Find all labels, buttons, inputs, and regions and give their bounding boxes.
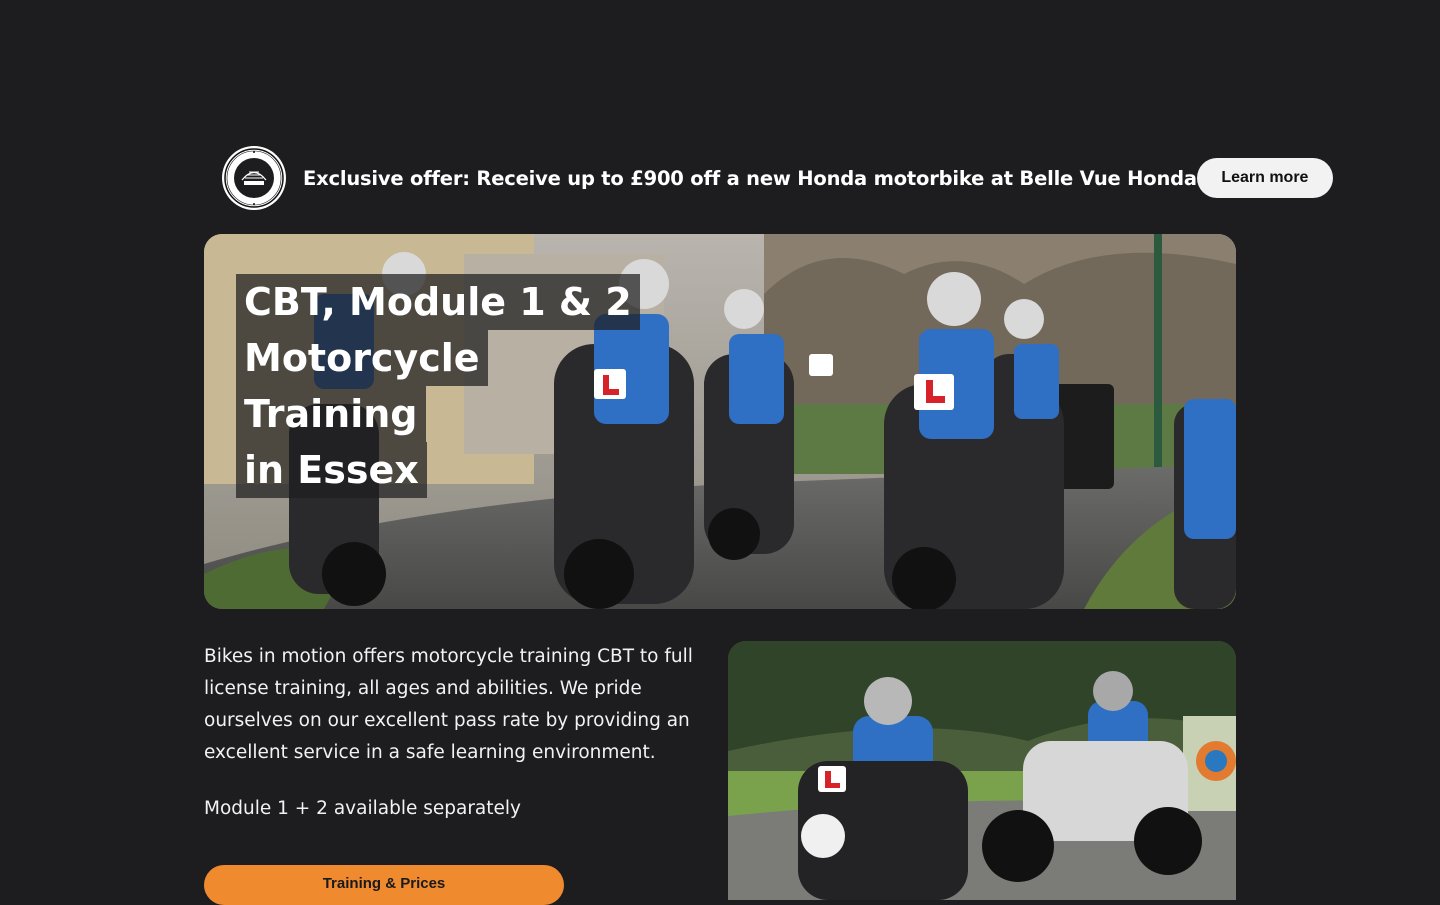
- intro-section: Bikes in motion offers motorcycle traini…: [204, 641, 704, 825]
- training-photo: [728, 641, 1236, 900]
- hero-title: CBT, Module 1 & 2 Motorcycle Training in…: [236, 274, 640, 498]
- hero-title-line-2: Motorcycle: [236, 330, 488, 386]
- hero-title-line-1: CBT, Module 1 & 2: [236, 274, 640, 330]
- offer-text: Exclusive offer: Receive up to £900 off …: [303, 166, 1197, 190]
- offer-banner: Exclusive offer: Receive up to £900 off …: [222, 145, 1333, 211]
- training-prices-button[interactable]: Training & Prices: [204, 865, 564, 905]
- training-photo-image: [728, 641, 1236, 900]
- learn-more-button[interactable]: Learn more: [1196, 158, 1333, 198]
- intro-paragraph: Bikes in motion offers motorcycle traini…: [204, 646, 693, 763]
- hero-banner: CBT, Module 1 & 2 Motorcycle Training in…: [204, 234, 1236, 609]
- modules-note: Module 1 + 2 available separately: [204, 798, 521, 819]
- hero-title-line-4: in Essex: [236, 442, 427, 498]
- hero-title-line-3: Training: [236, 386, 426, 442]
- honda-approved-school-badge-icon: [222, 146, 286, 210]
